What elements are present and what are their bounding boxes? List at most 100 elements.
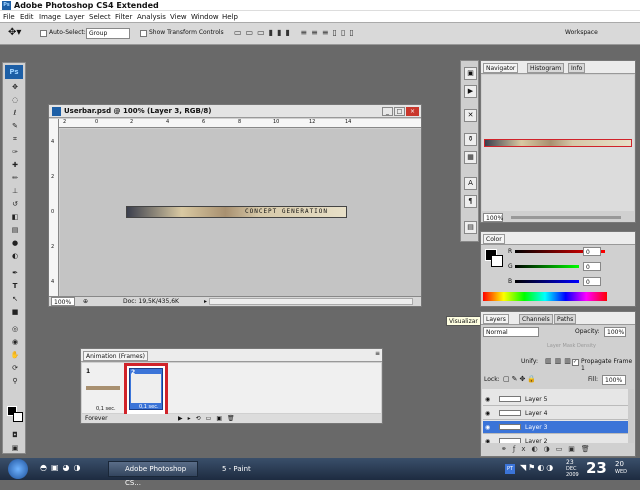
fill-field[interactable]: 100% <box>602 375 626 385</box>
tab-info[interactable]: Info <box>568 63 586 73</box>
tab-animation[interactable]: Animation (Frames) <box>83 351 148 361</box>
zoom-field[interactable]: 100% <box>51 297 75 306</box>
menu-file[interactable]: File <box>3 12 15 22</box>
horizontal-scrollbar[interactable] <box>209 298 413 305</box>
history-panel-icon[interactable]: ▣ <box>464 67 477 80</box>
g-slider[interactable] <box>515 265 579 268</box>
layers-footer-icons[interactable]: ⚭ƒx◐◑▭▣🗑 <box>501 445 621 455</box>
brush-tool-icon[interactable]: ✏ <box>8 173 22 184</box>
pen-tool-icon[interactable]: ✒ <box>8 268 22 279</box>
stamp-tool-icon[interactable]: ⊥ <box>8 186 22 197</box>
lasso-tool-icon[interactable]: ℓ <box>8 108 22 119</box>
layers-scrollbar[interactable] <box>628 389 634 443</box>
menu-view[interactable]: View <box>170 12 187 22</box>
gradient-tool-icon[interactable]: ▤ <box>8 225 22 236</box>
canvas-area[interactable]: CONCEPT GENERATION <box>60 129 421 296</box>
frame-2-selected[interactable]: 2 0,1 sec. <box>124 363 168 419</box>
navigator-preview[interactable] <box>482 75 634 211</box>
navigator-zoom-slider[interactable] <box>511 216 621 219</box>
3d-rotate-icon[interactable]: ◎ <box>8 324 22 335</box>
eye-icon[interactable]: ◉ <box>485 438 494 443</box>
navigator-thumbnail[interactable] <box>484 139 632 147</box>
quick-launch-icons[interactable]: ◓▣◕◑ <box>40 463 100 475</box>
menu-image[interactable]: Image <box>39 12 61 22</box>
marquee-tool-icon[interactable]: ◌ <box>8 95 22 106</box>
tray-icons[interactable]: ◥⚑◐◑ <box>520 463 560 475</box>
rotate-view-icon[interactable]: ⟳ <box>8 363 22 374</box>
layer-row[interactable]: ◉ Layer 5 <box>483 393 629 406</box>
background-color-swatch[interactable] <box>13 412 23 422</box>
auto-select-checkbox[interactable] <box>40 30 47 37</box>
workspace-button[interactable]: Workspace <box>565 29 598 36</box>
b-slider[interactable] <box>515 280 579 283</box>
eyedropper-tool-icon[interactable]: ✑ <box>8 147 22 158</box>
status-arrow-icon[interactable]: ▸ <box>204 297 207 306</box>
eye-icon[interactable]: ◉ <box>485 410 494 417</box>
navigator-zoom-field[interactable]: 100% <box>483 213 503 222</box>
language-indicator[interactable]: PT <box>505 464 515 474</box>
history-brush-icon[interactable]: ↺ <box>8 199 22 210</box>
menu-window[interactable]: Window <box>191 12 219 22</box>
clone-source-icon[interactable]: ⚱ <box>464 133 477 146</box>
quick-mask-icon[interactable]: ◘ <box>8 430 22 441</box>
3d-camera-icon[interactable]: ◉ <box>8 337 22 348</box>
actions-panel-icon[interactable]: ▶ <box>464 85 477 98</box>
userbar-image[interactable]: CONCEPT GENERATION <box>126 206 347 218</box>
paragraph-panel-icon[interactable]: ¶ <box>464 195 477 208</box>
propagate-checkbox[interactable]: ✓ <box>572 359 579 366</box>
menu-edit[interactable]: Edit <box>20 12 34 22</box>
playback-controls-icons[interactable]: ▶▸⟲▭▣🗑 <box>178 414 240 423</box>
minimize-icon[interactable]: _ <box>382 107 393 116</box>
tab-channels[interactable]: Channels <box>519 314 553 324</box>
dodge-tool-icon[interactable]: ◐ <box>8 251 22 262</box>
layer-row[interactable]: ◉ Layer 2 <box>483 435 629 443</box>
opacity-field[interactable]: 100% <box>604 327 626 337</box>
r-value[interactable]: 0 <box>583 247 601 256</box>
g-value[interactable]: 0 <box>583 262 601 271</box>
color-background-swatch[interactable] <box>491 255 503 267</box>
menu-select[interactable]: Select <box>89 12 111 22</box>
tab-layers[interactable]: Layers <box>483 314 509 324</box>
quick-select-tool-icon[interactable]: ✎ <box>8 121 22 132</box>
healing-tool-icon[interactable]: ✚ <box>8 160 22 171</box>
zoom-tool-icon[interactable]: ⚲ <box>8 376 22 387</box>
menu-filter[interactable]: Filter <box>115 12 132 22</box>
b-value[interactable]: 0 <box>583 277 601 286</box>
notes-panel-icon[interactable]: ▤ <box>464 221 477 234</box>
type-tool-icon[interactable]: T <box>8 281 22 292</box>
lock-icons[interactable]: ▢✎✥🔒 <box>503 375 543 384</box>
move-tool-icon[interactable]: ✥▾ <box>8 27 21 38</box>
tab-paths[interactable]: Paths <box>554 314 577 324</box>
tab-navigator[interactable]: Navigator <box>483 63 519 73</box>
move-tool-icon[interactable]: ✥ <box>8 82 22 93</box>
eye-icon[interactable]: ◉ <box>485 396 494 403</box>
show-transform-checkbox[interactable] <box>140 30 147 37</box>
eye-icon[interactable]: ◉ <box>485 424 494 431</box>
document-title-bar[interactable]: Userbar.psd @ 100% (Layer 3, RGB/8) _ □ … <box>49 105 421 118</box>
tab-color[interactable]: Color <box>483 234 505 244</box>
panel-menu-icon[interactable]: ≡ <box>375 350 380 357</box>
loop-dropdown[interactable]: Forever <box>85 414 108 423</box>
brushes-panel-icon[interactable]: ▦ <box>464 151 477 164</box>
frame-delay[interactable]: 0,1 sec. <box>139 404 159 410</box>
tools-preset-icon[interactable]: ✕ <box>464 109 477 122</box>
layer-row-selected[interactable]: ◉ Layer 3 <box>483 421 629 434</box>
start-button[interactable] <box>8 459 28 479</box>
path-select-icon[interactable]: ↖ <box>8 294 22 305</box>
shape-tool-icon[interactable]: ■ <box>8 307 22 318</box>
menu-layer[interactable]: Layer <box>65 12 85 22</box>
crop-tool-icon[interactable]: ⌗ <box>8 134 22 145</box>
blend-mode-dropdown[interactable]: Normal <box>483 327 539 337</box>
character-panel-icon[interactable]: A <box>464 177 477 190</box>
tab-histogram[interactable]: Histogram <box>527 63 565 73</box>
align-distribute-icons[interactable]: ▭▭▭▮▮▮ ≡≡≡▯▯▯ <box>234 28 394 40</box>
taskbar-item-paint[interactable]: 5 - Paint <box>205 461 290 477</box>
maximize-icon[interactable]: □ <box>394 107 405 116</box>
unify-icons[interactable]: ▥▥▥ <box>545 357 575 366</box>
taskbar-item-photoshop[interactable]: Adobe Photoshop CS... <box>108 461 198 487</box>
auto-select-dropdown[interactable]: Group <box>86 28 130 39</box>
frame-1[interactable]: 1 0,1 sec. <box>85 368 121 414</box>
eraser-tool-icon[interactable]: ◧ <box>8 212 22 223</box>
menu-help[interactable]: Help <box>222 12 238 22</box>
color-spectrum-bar[interactable] <box>483 292 607 301</box>
